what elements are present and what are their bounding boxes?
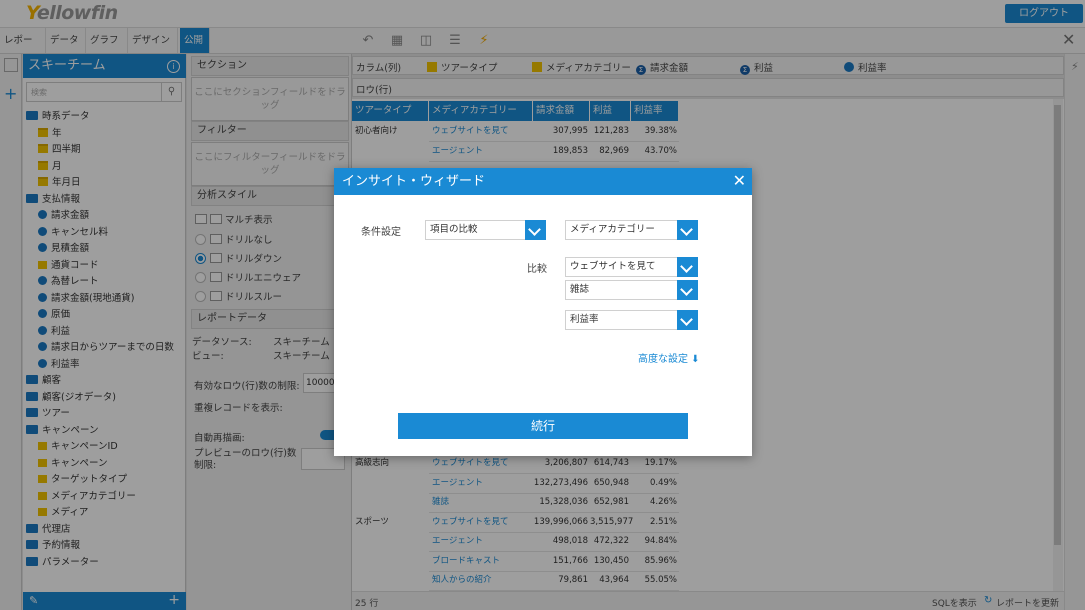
compare-select-2[interactable]: 雑誌 (565, 280, 698, 300)
compare-label: 比較 (527, 264, 547, 275)
metric-select[interactable]: 利益率 (565, 310, 698, 330)
compare-select-1[interactable]: ウェブサイトを見て (565, 257, 698, 277)
chevron-down-icon[interactable] (677, 257, 698, 277)
chevron-down-icon[interactable] (677, 280, 698, 300)
chevron-down-icon[interactable] (677, 220, 698, 240)
chevron-down-icon[interactable] (677, 310, 698, 330)
condition-label: 条件設定 (361, 227, 401, 238)
continue-button[interactable]: 続行 (398, 413, 688, 439)
chevron-down-icon[interactable] (525, 220, 546, 240)
dialog-header: インサイト・ウィザード ✕ (334, 168, 752, 195)
close-icon[interactable]: ✕ (733, 171, 746, 191)
condition-select[interactable]: 項目の比較 (425, 220, 546, 240)
insight-wizard-dialog: インサイト・ウィザード ✕ 条件設定 項目の比較 メディアカテゴリー 比較 ウェブ… (334, 168, 752, 456)
advanced-settings-link[interactable]: 高度な設定 ⬇ (638, 350, 700, 365)
field-select[interactable]: メディアカテゴリー (565, 220, 698, 240)
